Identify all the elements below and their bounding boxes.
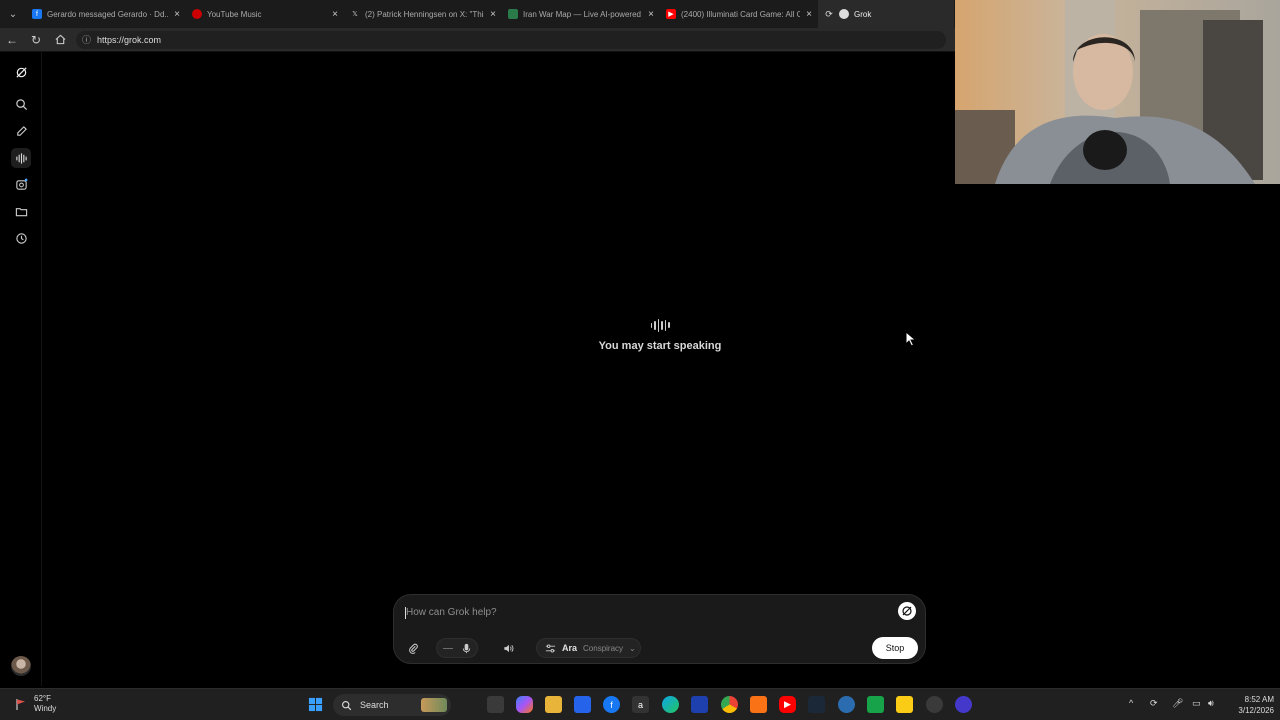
close-icon[interactable]: × — [648, 9, 654, 20]
obs-app-icon[interactable] — [955, 696, 972, 713]
voice-status-text: You may start speaking — [598, 340, 722, 352]
tab-title: YouTube Music — [207, 9, 262, 19]
close-icon[interactable]: × — [174, 9, 180, 20]
map-icon — [508, 9, 518, 19]
grok-app-icon[interactable] — [926, 696, 943, 713]
clock-time: 8:52 AM — [1244, 695, 1274, 704]
back-arrow-icon[interactable]: ← — [0, 28, 24, 52]
grok-icon — [839, 9, 849, 19]
url-field[interactable]: ⓘ https://grok.com — [76, 30, 946, 49]
weather-desc: Windy — [34, 704, 57, 713]
task-view-icon[interactable] — [487, 696, 504, 713]
microphone-icon — [462, 643, 470, 653]
new-chat-icon[interactable] — [11, 121, 31, 141]
facebook-icon[interactable]: f — [603, 696, 620, 713]
tab-x-post[interactable]: 𝕏 (2) Patrick Henningsen on X: "This × — [344, 0, 502, 28]
sliders-icon — [545, 643, 556, 653]
tray-sync-icon[interactable]: ⟳ — [1150, 698, 1158, 709]
weather-widget[interactable]: 62°F Windy — [14, 694, 56, 714]
tab-grok[interactable]: ⟳ Grok — [818, 0, 954, 28]
voice-name: Ara — [562, 643, 578, 653]
tray-overflow-chevron-icon[interactable]: ^ — [1129, 698, 1133, 708]
edge-icon[interactable] — [662, 696, 679, 713]
microsoft-store-icon[interactable] — [574, 696, 591, 713]
refresh-icon[interactable]: ↻ — [24, 28, 48, 52]
stop-button[interactable]: Stop — [872, 637, 918, 659]
tab-youtube-music[interactable]: YouTube Music × — [186, 0, 344, 28]
tab-title: (2400) Illuminati Card Game: All C — [681, 9, 801, 19]
close-icon[interactable]: × — [806, 9, 812, 20]
search-icon[interactable] — [11, 94, 31, 114]
tray-display-icon[interactable]: ▭ — [1192, 698, 1201, 709]
site-info-icon[interactable]: ⓘ — [82, 33, 91, 46]
youtube-music-icon — [192, 9, 202, 19]
tab-title: Gerardo messaged Gerardo · Dd... — [47, 9, 169, 19]
voice-selector[interactable]: Ara Conspiracy ⌄ — [536, 638, 641, 658]
close-icon[interactable]: × — [332, 9, 338, 20]
youtube-icon[interactable]: ▶ — [779, 696, 796, 713]
avatar[interactable] — [11, 656, 31, 676]
sticky-notes-icon[interactable] — [896, 696, 913, 713]
system-clock[interactable]: 8:52 AM 3/12/2026 — [1222, 694, 1274, 716]
mouse-pointer-icon — [905, 330, 917, 352]
chat-composer: How can Grok help? ····· Ara Conspiracy … — [393, 594, 926, 664]
reload-icon: ⟳ — [825, 8, 833, 19]
steam-icon[interactable] — [808, 696, 825, 713]
speaker-icon[interactable] — [498, 638, 518, 658]
facebook-icon: f — [32, 9, 42, 19]
home-icon[interactable] — [48, 28, 72, 52]
x-icon: 𝕏 — [352, 11, 358, 18]
imagine-icon[interactable] — [11, 174, 31, 194]
grok-logo-icon[interactable] — [11, 62, 31, 82]
volume-icon[interactable]: 🔊︎ — [1208, 698, 1214, 709]
xbox-icon[interactable] — [867, 696, 884, 713]
url-text: https://grok.com — [97, 34, 162, 45]
tab-iran-war-map[interactable]: Iran War Map — Live AI-powered × — [502, 0, 660, 28]
calculator-icon[interactable] — [691, 696, 708, 713]
audio-level-toggle[interactable]: ····· — [436, 638, 478, 658]
voice-waveform-icon — [560, 318, 760, 332]
weather-temp: 62°F — [34, 694, 51, 703]
copilot-icon[interactable] — [516, 696, 533, 713]
webcam-overlay — [955, 0, 1280, 184]
voice-mode-icon[interactable] — [11, 148, 31, 168]
voice-status: You may start speaking — [560, 318, 760, 352]
clock-date: 3/12/2026 — [1238, 706, 1274, 715]
chrome-icon[interactable] — [721, 696, 738, 713]
search-icon — [342, 700, 352, 710]
start-windows-icon[interactable] — [307, 696, 324, 713]
youtube-icon: ▶ — [666, 9, 676, 19]
tab-title: Iran War Map — Live AI-powered — [523, 9, 641, 19]
projects-folder-icon[interactable] — [11, 201, 31, 221]
search-label: Search — [360, 700, 389, 710]
close-icon[interactable]: × — [490, 9, 496, 20]
prompt-input[interactable]: How can Grok help? — [406, 607, 497, 618]
search-highlight-image — [421, 698, 447, 712]
orange-app-icon[interactable] — [750, 696, 767, 713]
amazon-icon[interactable]: a — [632, 696, 649, 713]
tab-actions-chevron-icon[interactable]: ⌄ — [0, 0, 26, 28]
file-explorer-icon[interactable] — [545, 696, 562, 713]
windows-taskbar: 62°F Windy Search f a ▶ ^ ⟳ 🎤︎ ▭ 🔊︎ 8:52… — [0, 688, 1280, 720]
tab-title: Grok — [854, 9, 872, 19]
grok-sidebar — [0, 52, 42, 686]
address-bar-row: ← ↻ ⓘ https://grok.com — [0, 28, 955, 52]
chevron-down-icon: ⌄ — [629, 643, 636, 653]
history-icon[interactable] — [11, 228, 31, 248]
wind-flag-icon — [16, 699, 25, 710]
blue-app-icon[interactable] — [838, 696, 855, 713]
dots-icon: ····· — [442, 643, 454, 653]
tab-youtube-video[interactable]: ▶ (2400) Illuminati Card Game: All C × — [660, 0, 818, 28]
taskbar-search[interactable]: Search — [333, 694, 451, 716]
tray-mic-icon[interactable]: 🎤︎ — [1172, 698, 1183, 709]
tab-title: (2) Patrick Henningsen on X: "This — [365, 9, 485, 19]
attach-icon[interactable] — [404, 638, 422, 658]
voice-mode: Conspiracy — [583, 643, 624, 653]
grok-voice-icon[interactable] — [898, 602, 916, 620]
tab-facebook[interactable]: f Gerardo messaged Gerardo · Dd... × — [26, 0, 186, 28]
